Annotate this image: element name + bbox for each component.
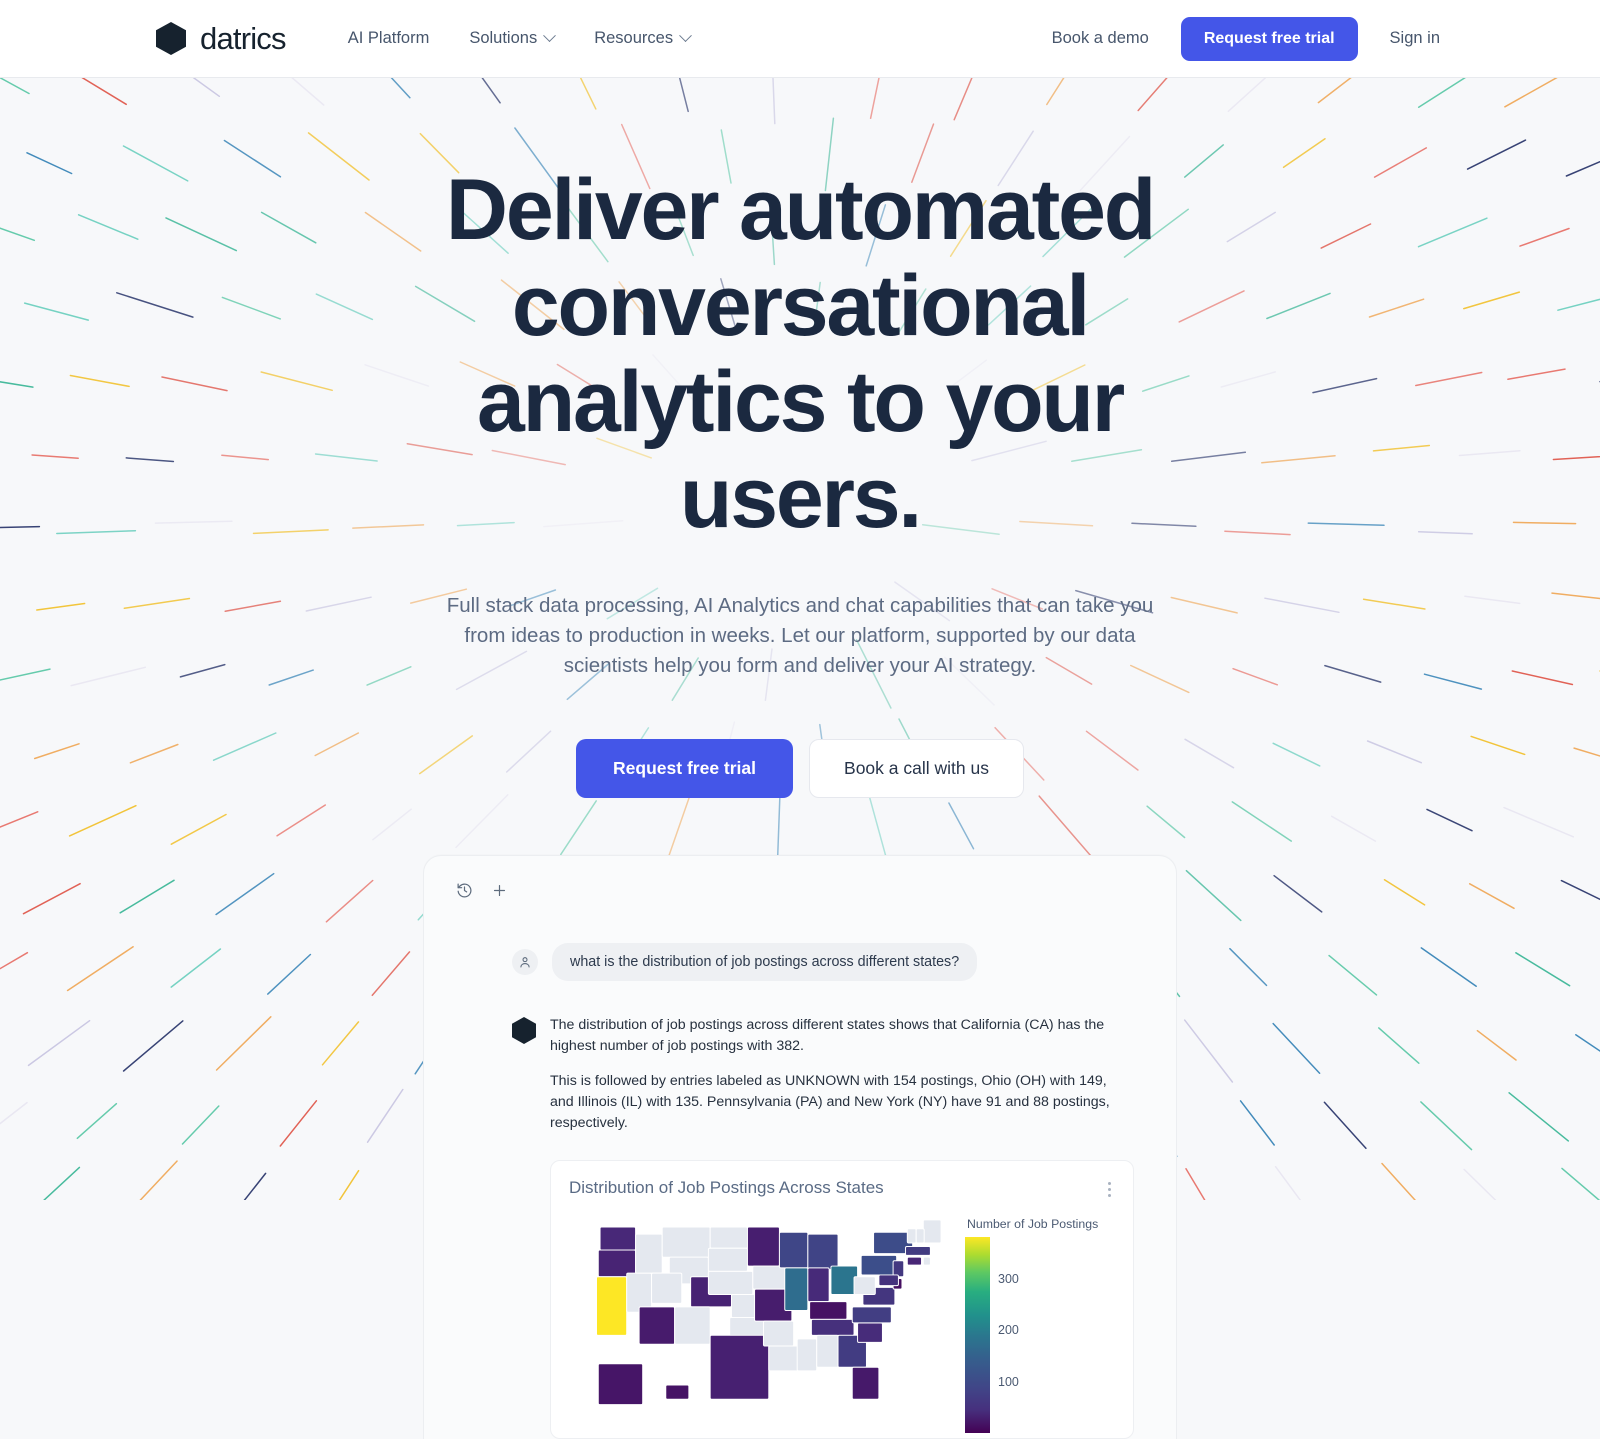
hero-request-free-trial-button[interactable]: Request free trial	[576, 739, 794, 798]
map-state-ia[interactable]	[752, 1265, 789, 1290]
main-navigation: AI Platform Solutions Resources	[348, 29, 692, 48]
map-state-tx[interactable]	[709, 1334, 770, 1400]
map-state-md[interactable]	[878, 1274, 899, 1287]
chart-card: Distribution of Job Postings Across Stat…	[550, 1160, 1134, 1439]
map-state-wv[interactable]	[853, 1276, 876, 1295]
map-state-ms[interactable]	[796, 1338, 818, 1372]
legend-tick: 300	[998, 1272, 1019, 1287]
user-avatar-icon	[512, 949, 538, 975]
user-message-row: what is the distribution of job postings…	[512, 943, 1134, 981]
map-state-ri[interactable]	[922, 1256, 931, 1266]
map-state-al[interactable]	[816, 1334, 839, 1368]
map-state-sd[interactable]	[707, 1247, 748, 1272]
history-clock-icon[interactable]	[456, 882, 473, 899]
product-screenshot-panel: what is the distribution of job postings…	[423, 855, 1177, 1439]
assistant-paragraph: The distribution of job postings across …	[550, 1017, 1105, 1054]
map-state-ne[interactable]	[707, 1270, 754, 1295]
legend-colorbar	[965, 1237, 990, 1433]
map-state-in[interactable]	[807, 1267, 830, 1303]
chart-header: Distribution of Job Postings Across Stat…	[569, 1178, 1115, 1201]
hero-section: Deliver automated conversational analyti…	[0, 78, 1600, 798]
map-state-ar[interactable]	[762, 1320, 795, 1347]
map-state-mi[interactable]	[807, 1233, 839, 1271]
map-state-ak[interactable]	[597, 1363, 644, 1406]
header-actions: Book a demo Request free trial Sign in	[1052, 16, 1440, 61]
chevron-down-icon	[679, 29, 692, 43]
hero-subheading: Full stack data processing, AI Analytics…	[446, 594, 1154, 677]
map-state-wa[interactable]	[599, 1226, 637, 1251]
map-state-nh[interactable]	[915, 1228, 925, 1244]
nav-item-resources[interactable]: Resources	[594, 29, 692, 48]
sign-in-link[interactable]: Sign in	[1390, 29, 1440, 48]
map-state-ut[interactable]	[651, 1272, 683, 1304]
brand-logo[interactable]: datrics	[156, 20, 287, 57]
map-state-mt[interactable]	[661, 1226, 711, 1258]
book-demo-link[interactable]: Book a demo	[1052, 29, 1149, 48]
map-state-ca[interactable]	[596, 1276, 628, 1336]
legend-tick-labels: 100 200 300	[998, 1237, 1058, 1433]
map-state-az[interactable]	[638, 1306, 676, 1345]
chart-title: Distribution of Job Postings Across Stat…	[569, 1178, 884, 1197]
choropleth-map	[569, 1211, 965, 1438]
chevron-down-icon	[543, 29, 557, 43]
nav-label: Resources	[594, 29, 674, 47]
map-state-mn[interactable]	[746, 1226, 780, 1267]
chat-conversation: what is the distribution of job postings…	[446, 899, 1154, 1439]
map-state-id[interactable]	[635, 1233, 663, 1274]
us-states-map-svg	[596, 1219, 942, 1406]
assistant-hexagon-avatar-icon	[512, 1017, 536, 1044]
chart-options-menu-icon[interactable]	[1104, 1178, 1115, 1201]
map-state-nc[interactable]	[851, 1306, 892, 1324]
nav-label: Solutions	[469, 29, 538, 47]
map-state-sc[interactable]	[857, 1322, 883, 1343]
chart-legend: Number of Job Postings 100 200 300	[965, 1211, 1115, 1433]
map-state-ky[interactable]	[809, 1301, 848, 1320]
map-state-nm[interactable]	[674, 1306, 711, 1345]
map-state-ct[interactable]	[906, 1256, 923, 1266]
plus-icon[interactable]	[491, 882, 508, 899]
assistant-message-row: The distribution of job postings across …	[512, 1015, 1134, 1439]
nav-label: AI Platform	[347, 29, 430, 47]
map-state-nv[interactable]	[626, 1272, 653, 1313]
brand-name: datrics	[200, 20, 287, 56]
nav-item-solutions[interactable]: Solutions	[469, 29, 557, 48]
map-state-nj[interactable]	[892, 1260, 905, 1278]
assistant-paragraph: This is followed by entries labeled as U…	[550, 1073, 1110, 1131]
legend-title: Number of Job Postings	[967, 1217, 1099, 1231]
map-state-nd[interactable]	[709, 1226, 748, 1249]
map-state-me[interactable]	[922, 1219, 942, 1244]
map-state-il[interactable]	[784, 1267, 809, 1311]
chat-toolbar	[446, 876, 1154, 899]
legend-colorbar-group: 100 200 300	[965, 1237, 1115, 1433]
site-header: datrics AI Platform Solutions Resources …	[0, 0, 1600, 78]
map-state-ma[interactable]	[905, 1246, 931, 1256]
hero-book-call-button[interactable]: Book a call with us	[809, 739, 1024, 798]
request-free-trial-button[interactable]: Request free trial	[1180, 16, 1358, 61]
hexagon-icon	[156, 22, 186, 55]
hero-cta-row: Request free trial Book a call with us	[0, 739, 1600, 798]
map-state-pa[interactable]	[860, 1254, 898, 1276]
map-state-wi[interactable]	[778, 1231, 809, 1269]
legend-tick: 100	[998, 1374, 1019, 1389]
page-title: Deliver automated conversational analyti…	[445, 162, 1156, 546]
map-state-tn[interactable]	[810, 1318, 855, 1336]
map-state-hi[interactable]	[665, 1384, 690, 1400]
legend-tick: 200	[998, 1323, 1019, 1338]
chart-plot-area: Number of Job Postings 100 200 300	[569, 1201, 1115, 1438]
map-state-vt[interactable]	[906, 1228, 917, 1244]
nav-item-ai-platform[interactable]: AI Platform	[348, 29, 430, 48]
map-state-fl[interactable]	[851, 1366, 880, 1400]
user-message-bubble: what is the distribution of job postings…	[552, 943, 978, 981]
